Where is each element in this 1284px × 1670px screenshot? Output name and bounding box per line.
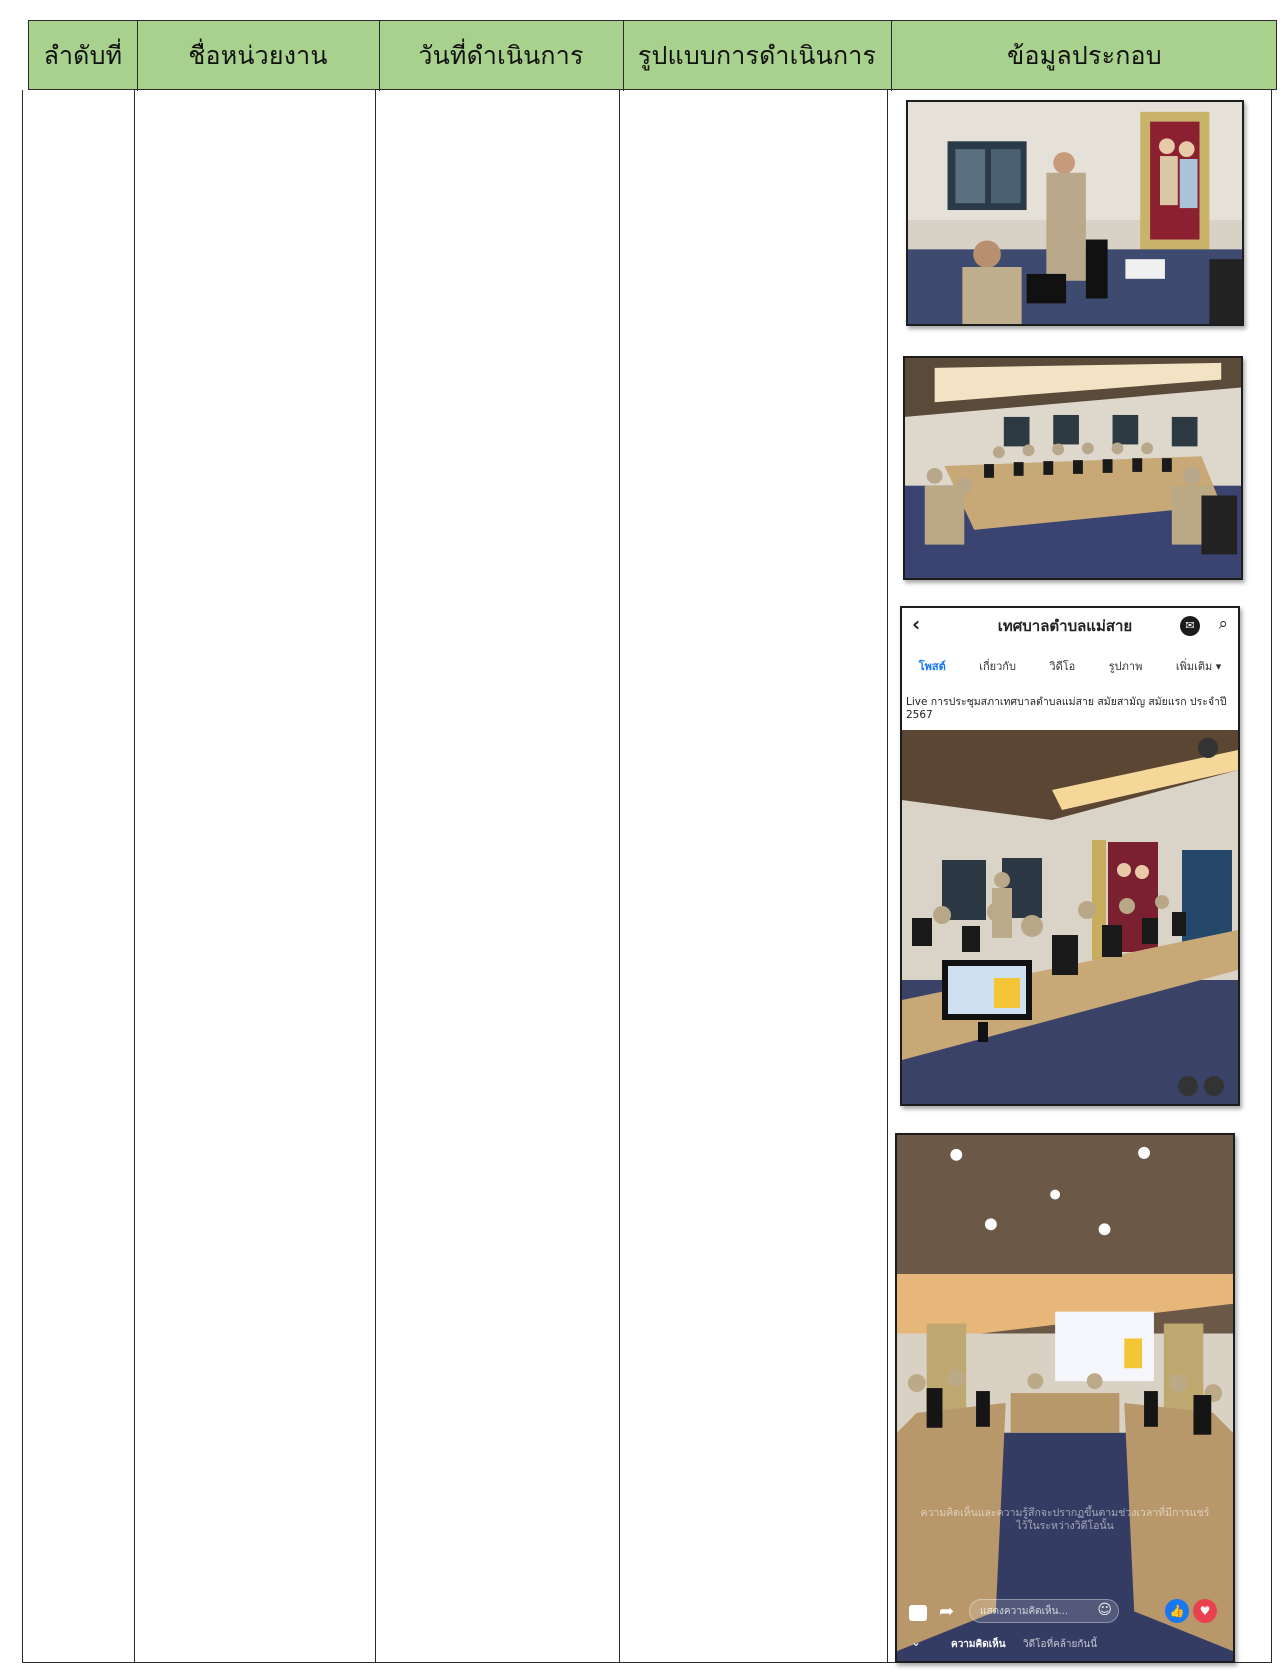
video-comment-bar: ➦ แสดงความคิดเห็น... ☺ 👍 ♥ ⌄ ความคิดเห็น… [897,1591,1233,1661]
fb-live-video[interactable] [902,730,1238,1104]
like-icon[interactable]: 👍 [1165,1599,1189,1623]
table-left-border [22,90,23,1662]
meeting-photo-livestream: ความคิดเห็นและความรู้สึกจะปรากฏขึ้นตามช่… [895,1133,1235,1663]
back-arrow-icon[interactable]: ‹ [912,612,920,636]
fb-page-name: เทศบาลตำบลแม่สาย [997,617,1133,635]
tab-posts[interactable]: โพสต์ [919,657,946,675]
tab-more[interactable]: เพิ่มเติม ▾ [1176,657,1221,675]
video-overlay-caption: ความคิดเห็นและความรู้สึกจะปรากฏขึ้นตามช่… [920,1507,1210,1532]
tab-about[interactable]: เกี่ยวกับ [979,657,1016,675]
meeting-photo-speaker-image [908,102,1242,324]
meeting-photo-speaker [906,100,1244,326]
facebook-live-screenshot: ‹ เทศบาลตำบลแม่สาย ✉ ⌕ โพสต์ เกี่ยวกับ ว… [900,606,1240,1106]
share-icon[interactable]: ➦ [939,1601,954,1622]
table-right-border [1271,90,1272,1662]
header-info: ข้อมูลประกอบ [1007,41,1162,70]
comment-icon[interactable] [909,1605,927,1621]
emoji-icon[interactable]: ☺ [1097,1602,1112,1618]
meeting-photo-livestream-image [897,1135,1233,1661]
header-date: วันที่ดำเนินการ [418,41,584,70]
header-agency: ชื่อหน่วยงาน [188,41,328,70]
tab-comments[interactable]: ความคิดเห็น [951,1637,1006,1652]
col-divider-3 [619,90,620,1662]
header-format: รูปแบบการดำเนินการ [637,41,877,70]
comment-input[interactable]: แสดงความคิดเห็น... [980,1604,1068,1619]
tab-videos[interactable]: วิดีโอ [1049,657,1075,675]
fb-post-text: Live การประชุมสภาเทศบาลตำบลแม่สาย สมัยสา… [906,696,1227,721]
meeting-photo-wide-image [905,358,1241,578]
col-divider-2 [375,90,376,1662]
messenger-icon[interactable]: ✉ [1180,616,1200,636]
search-icon[interactable]: ⌕ [1218,614,1228,634]
fb-live-video-image [902,730,1238,1104]
table-header: ลำดับที่ ชื่อหน่วยงาน วันที่ดำเนินการ รู… [28,20,1277,91]
meeting-photo-wide [903,356,1243,580]
fb-tab-bar: โพสต์ เกี่ยวกับ วิดีโอ รูปภาพ เพิ่มเติม … [902,652,1238,680]
col-divider-4 [887,90,888,1662]
header-order: ลำดับที่ [43,41,123,70]
tab-photos[interactable]: รูปภาพ [1109,657,1143,675]
chevron-down-icon[interactable]: ⌄ [911,1635,921,1649]
tab-similar-videos[interactable]: วิดีโอที่คล้ายกันนี้ [1023,1637,1097,1652]
love-icon[interactable]: ♥ [1193,1599,1217,1623]
col-divider-1 [134,90,135,1662]
fb-top-bar: ‹ เทศบาลตำบลแม่สาย ✉ ⌕ [902,608,1238,644]
